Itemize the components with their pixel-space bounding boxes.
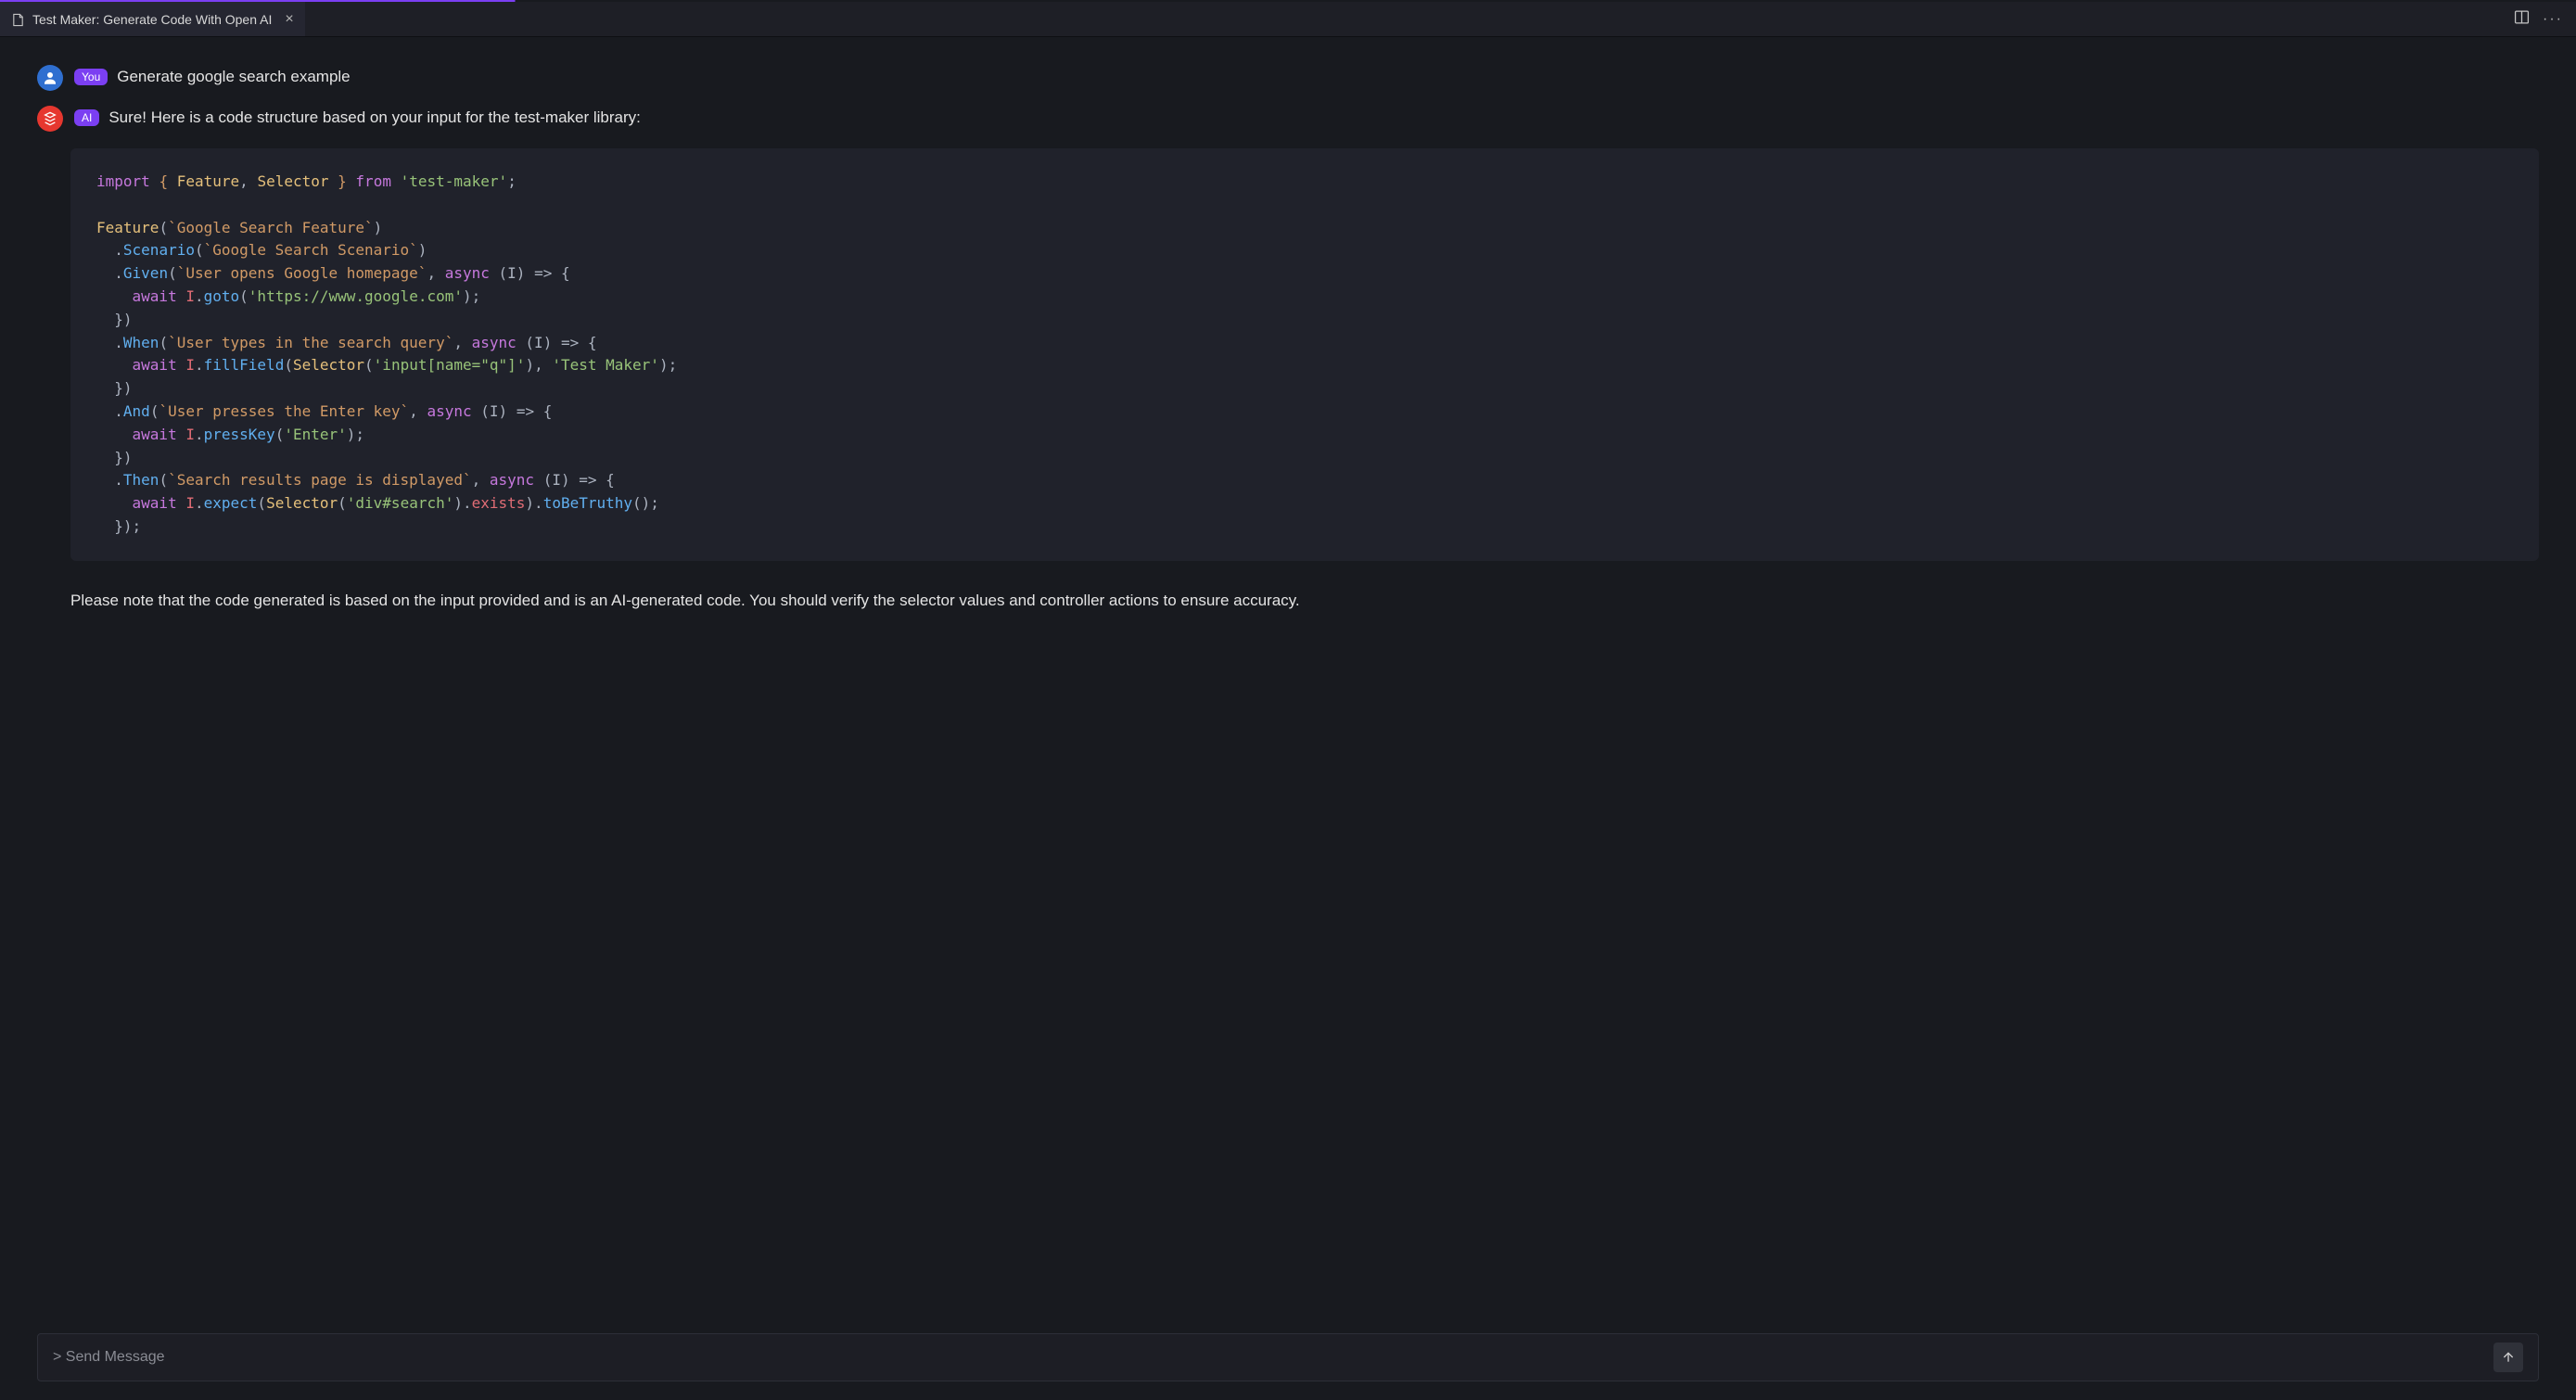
ai-message-text: Sure! Here is a code structure based on … [108,106,641,130]
ai-follow-note: Please note that the code generated is b… [70,589,2539,613]
tab-actions: ··· [2514,9,2576,29]
ai-badge: AI [74,109,99,126]
arrow-up-icon [2501,1350,2516,1365]
code-block: import { Feature, Selector } from 'test-… [70,148,2539,561]
ai-avatar-icon [37,106,63,132]
send-button[interactable] [2493,1343,2523,1372]
more-actions-icon[interactable]: ··· [2543,11,2563,28]
file-icon [11,13,25,27]
message-input[interactable] [53,1349,2493,1366]
user-message-row: You Generate google search example [37,65,2539,91]
ai-message-row: AI Sure! Here is a code structure based … [37,106,2539,132]
user-avatar-icon [37,65,63,91]
user-message-text: Generate google search example [117,65,350,89]
you-badge: You [74,69,108,85]
input-bar-wrap [37,1333,2539,1381]
close-icon[interactable]: × [285,11,293,28]
chat-area: You Generate google search example AI Su… [0,37,2576,1328]
tab-title: Test Maker: Generate Code With Open AI [32,12,272,27]
message-input-bar [37,1333,2539,1381]
editor-tab[interactable]: Test Maker: Generate Code With Open AI × [0,2,305,36]
split-editor-icon[interactable] [2514,9,2530,29]
tab-bar: Test Maker: Generate Code With Open AI ×… [0,2,2576,37]
